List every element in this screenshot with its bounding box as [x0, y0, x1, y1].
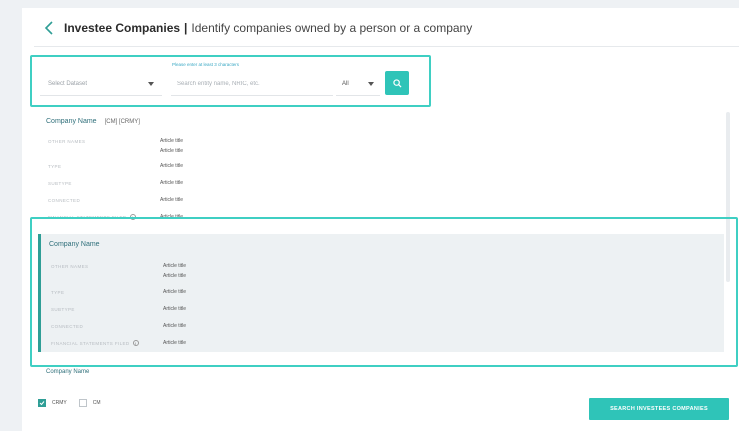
- result-card[interactable]: Company Name [CM] [CRMY] OTHER NAMES Art…: [38, 112, 724, 220]
- scope-select-value: All: [342, 80, 349, 87]
- field-label-type: TYPE: [51, 290, 65, 295]
- search-investees-button[interactable]: SEARCH INVESTEES COMPANIES: [589, 398, 729, 420]
- search-input[interactable]: [171, 72, 333, 96]
- crmy-checkbox[interactable]: [38, 399, 46, 407]
- page-description: Identify companies owned by a person or …: [191, 21, 473, 35]
- header-divider: [34, 46, 739, 47]
- field-label-type: TYPE: [48, 164, 62, 169]
- field-value: Article title: [163, 306, 187, 312]
- page-title: Investee Companies: [64, 21, 181, 35]
- search-icon: [392, 78, 402, 88]
- field-value: Article title: [160, 163, 184, 169]
- result-card-selected[interactable]: Company Name OTHER NAMES Article title A…: [38, 234, 724, 352]
- field-value: Article title: [160, 197, 184, 203]
- company-name[interactable]: Company Name: [46, 369, 89, 375]
- chevron-down-icon: [148, 81, 154, 86]
- field-value: Article title: [163, 273, 187, 279]
- info-icon[interactable]: i: [129, 214, 136, 220]
- field-label-text: FINANCIAL STATEMENTS FILED: [48, 215, 127, 220]
- field-value: Article title: [160, 180, 184, 186]
- field-value: Article title: [160, 214, 184, 220]
- results-list: Company Name [CM] [CRMY] OTHER NAMES Art…: [38, 112, 724, 388]
- dataset-select-value: Select Dataset: [48, 80, 88, 87]
- company-header: Company Name [CM] [CRMY]: [46, 118, 140, 125]
- dataset-select[interactable]: Select Dataset: [40, 72, 162, 96]
- field-value: Article title: [163, 323, 187, 329]
- search-hint: Please enter at least 3 characters: [172, 62, 240, 67]
- field-value: Article title: [160, 148, 184, 154]
- company-name[interactable]: Company Name: [46, 118, 97, 125]
- search-button[interactable]: [385, 71, 409, 95]
- cm-label: CM: [92, 400, 101, 406]
- field-label-financial-statements: FINANCIAL STATEMENTS FILED i: [48, 214, 136, 220]
- field-label-connected: CONNECTED: [48, 198, 81, 203]
- field-label-financial-statements: FINANCIAL STATEMENTS FILED i: [51, 340, 139, 346]
- field-label-subtype: SUBTYPE: [51, 307, 75, 312]
- chevron-down-icon: [368, 81, 374, 86]
- field-value: Article title: [163, 289, 187, 295]
- dataset-filters: CRMY CM: [38, 399, 107, 407]
- info-icon[interactable]: i: [132, 340, 139, 346]
- company-name[interactable]: Company Name: [49, 241, 100, 248]
- field-value: Article title: [163, 263, 187, 269]
- cm-checkbox[interactable]: [78, 399, 87, 407]
- field-label-text: FINANCIAL STATEMENTS FILED: [51, 341, 130, 346]
- field-label-other-names: OTHER NAMES: [51, 264, 89, 269]
- field-value: Article title: [163, 340, 187, 346]
- field-label-connected: CONNECTED: [51, 324, 84, 329]
- field-label-subtype: SUBTYPE: [48, 181, 72, 186]
- results-scrollbar[interactable]: [726, 112, 730, 282]
- title-separator: |: [184, 21, 188, 35]
- page-header: Investee Companies | Identify companies …: [42, 18, 472, 38]
- field-label-other-names: OTHER NAMES: [48, 139, 86, 144]
- scope-select[interactable]: All: [336, 72, 380, 96]
- field-value: Article title: [160, 138, 184, 144]
- crmy-label: CRMY: [52, 400, 67, 406]
- checkmark-icon: [39, 401, 45, 406]
- company-codes: [CM] [CRMY]: [104, 119, 140, 125]
- chevron-left-icon[interactable]: [42, 20, 56, 36]
